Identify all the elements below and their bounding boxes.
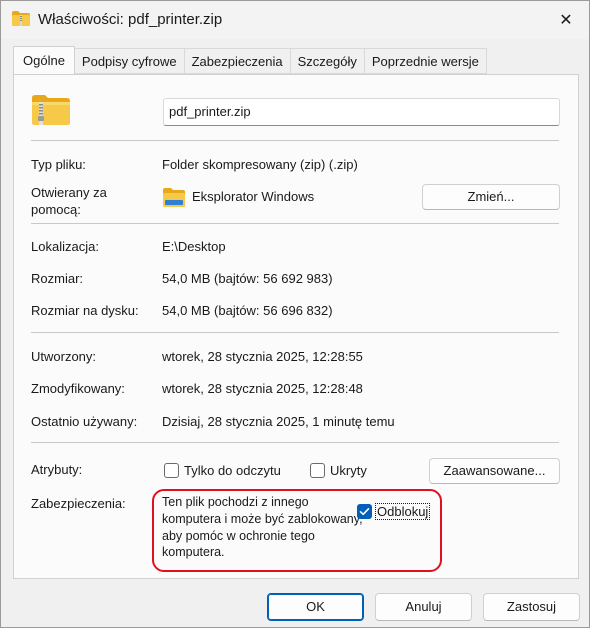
change-button[interactable]: Zmień...	[422, 184, 560, 210]
checkmark-icon	[359, 508, 370, 516]
unblock-checkbox[interactable]	[357, 504, 372, 519]
created-label: Utworzony:	[31, 349, 97, 364]
opens-with-label-line2: pomocą:	[31, 202, 81, 217]
security-label: Zabezpieczenia:	[31, 496, 126, 511]
tab-details[interactable]: Szczegóły	[290, 48, 365, 74]
location-value: E:\Desktop	[162, 239, 226, 254]
tab-general[interactable]: Ogólne	[13, 46, 75, 74]
zip-folder-icon	[12, 11, 30, 26]
opens-with-label-line1: Otwierany za	[31, 185, 107, 200]
modified-label: Zmodyfikowany:	[31, 381, 125, 396]
divider	[31, 223, 559, 224]
divider	[31, 442, 559, 443]
security-text-line1: Ten plik pochodzi z innego	[162, 495, 309, 509]
accessed-label: Ostatnio używany:	[31, 414, 138, 429]
cancel-button-label: Anuluj	[405, 599, 442, 614]
security-text-line2: komputera i może być zablokowany,	[162, 512, 363, 526]
tab-security[interactable]: Zabezpieczenia	[184, 48, 291, 74]
tab-previous-versions[interactable]: Poprzednie wersje	[364, 48, 487, 74]
ok-button-label: OK	[306, 599, 325, 614]
change-button-label: Zmień...	[467, 189, 515, 204]
hidden-label: Ukryty	[330, 463, 367, 478]
window-title: Właściwości: pdf_printer.zip	[38, 11, 223, 28]
readonly-checkbox[interactable]	[164, 463, 179, 478]
size-value: 54,0 MB (bajtów: 56 692 983)	[162, 271, 333, 286]
hidden-checkbox[interactable]	[310, 463, 325, 478]
unblock-label: Odblokuj	[375, 503, 431, 520]
file-explorer-icon	[163, 188, 185, 207]
created-value: wtorek, 28 stycznia 2025, 12:28:55	[162, 349, 363, 364]
properties-dialog: Właściwości: pdf_printer.zip ✕ Ogólne Po…	[0, 0, 590, 628]
readonly-label: Tylko do odczytu	[184, 463, 281, 478]
close-icon: ✕	[559, 12, 573, 29]
apply-button-label: Zastosuj	[506, 599, 557, 614]
security-text-line3: aby pomóc w ochronie tego	[162, 529, 315, 543]
title-bar: Właściwości: pdf_printer.zip ✕	[1, 1, 589, 39]
attributes-label: Atrybuty:	[31, 462, 83, 477]
advanced-button-label: Zaawansowane...	[443, 463, 546, 478]
tab-digital-signatures[interactable]: Podpisy cyfrowe	[74, 48, 185, 74]
general-tab-panel: pdf_printer.zip Typ pliku: Folder skompr…	[13, 74, 579, 579]
divider	[31, 332, 559, 333]
security-text-line4: komputera.	[162, 545, 225, 559]
size-on-disk-value: 54,0 MB (bajtów: 56 696 832)	[162, 303, 333, 318]
tab-strip: Ogólne Podpisy cyfrowe Zabezpieczenia Sz…	[13, 46, 487, 74]
size-label: Rozmiar:	[31, 271, 84, 286]
ok-button[interactable]: OK	[267, 593, 364, 621]
apply-button[interactable]: Zastosuj	[483, 593, 580, 621]
file-type-value: Folder skompresowany (zip) (.zip)	[162, 157, 358, 172]
advanced-button[interactable]: Zaawansowane...	[429, 458, 560, 484]
accessed-value: Dzisiaj, 28 stycznia 2025, 1 minutę temu	[162, 414, 395, 429]
opens-with-value: Eksplorator Windows	[192, 189, 315, 204]
file-name-input[interactable]: pdf_printer.zip	[163, 98, 560, 126]
divider	[31, 140, 559, 141]
cancel-button[interactable]: Anuluj	[375, 593, 472, 621]
file-type-label: Typ pliku:	[31, 157, 86, 172]
location-label: Lokalizacja:	[31, 239, 99, 254]
close-button[interactable]: ✕	[543, 1, 589, 39]
size-on-disk-label: Rozmiar na dysku:	[31, 303, 139, 318]
modified-value: wtorek, 28 stycznia 2025, 12:28:48	[162, 381, 363, 396]
zip-folder-icon	[32, 95, 70, 125]
